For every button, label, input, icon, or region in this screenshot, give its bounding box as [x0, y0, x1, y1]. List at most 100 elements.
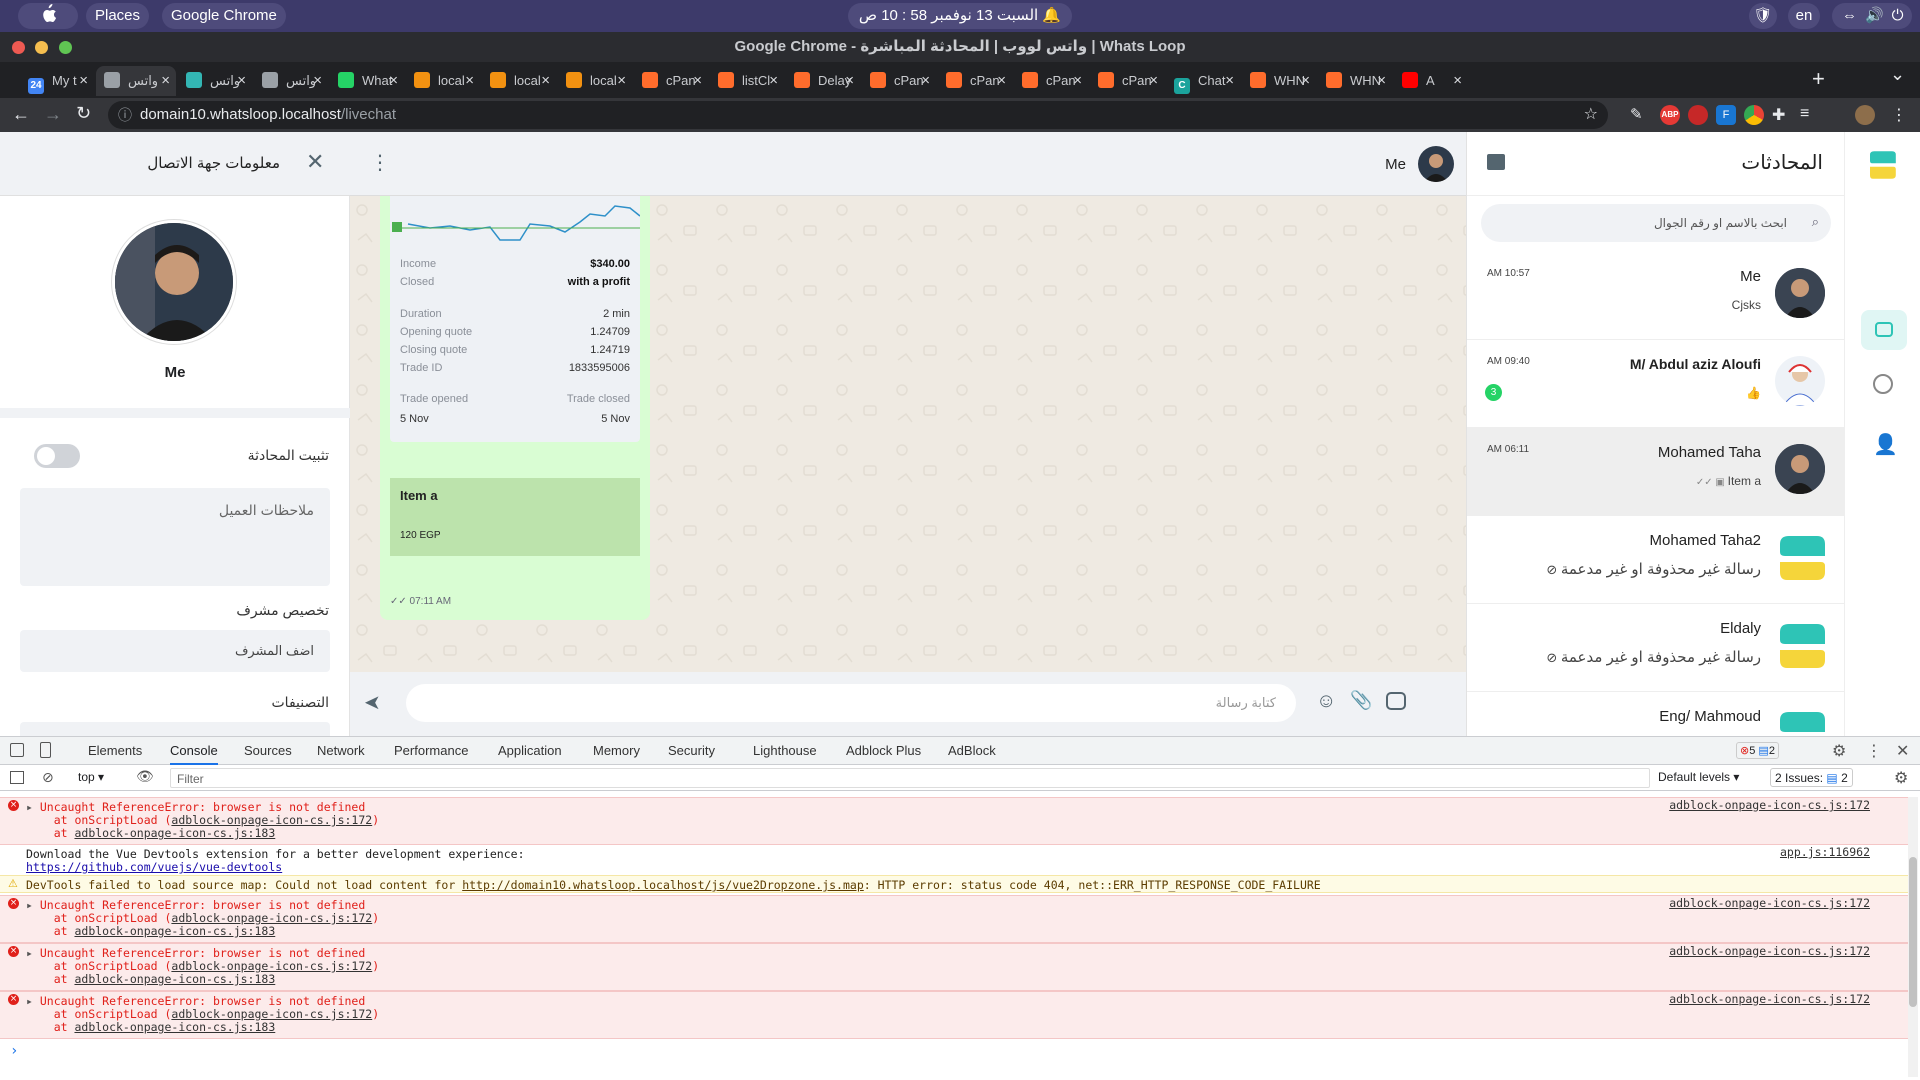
system-status-icons[interactable]: ⇔🔊⏻ — [1832, 3, 1912, 29]
tab-12[interactable]: cPan × — [938, 66, 1012, 96]
tab-18[interactable]: A × — [1394, 66, 1468, 96]
f-extension-icon[interactable]: F — [1716, 105, 1736, 125]
new-tab-icon[interactable]: + — [1812, 66, 1825, 92]
tab-6[interactable]: local × — [482, 66, 556, 96]
assign-supervisor-field[interactable]: اضف المشرف — [20, 630, 330, 672]
puzzle-extensions-icon[interactable]: ✚ — [1772, 105, 1792, 125]
close-icon[interactable]: ✕ — [306, 151, 324, 173]
chat-contact-avatar[interactable] — [1418, 146, 1454, 182]
conversation-item[interactable]: Mohamed Taha2 رسالة غير محذوفة او غير مدع… — [1467, 516, 1845, 604]
tab-close-icon[interactable]: × — [1225, 66, 1234, 96]
categories-field[interactable] — [20, 722, 330, 736]
reading-list-icon[interactable]: ≡ — [1800, 105, 1820, 125]
devtools-tab-application[interactable]: Application — [498, 737, 562, 765]
tab-10[interactable]: Delay × — [786, 66, 860, 96]
devtools-tab-adblock[interactable]: AdBlock — [948, 737, 996, 765]
source-link[interactable]: adblock-onpage-icon-cs.js:172 — [1669, 897, 1870, 910]
tab-close-icon[interactable]: × — [693, 66, 702, 96]
product-item-card[interactable]: Item a 120 EGP — [390, 478, 640, 556]
search-input[interactable]: ⌕ ابحث بالاسم او رقم الجوال — [1481, 204, 1831, 242]
devtools-tab-elements[interactable]: Elements — [88, 737, 142, 765]
tab-close-icon[interactable]: × — [541, 66, 550, 96]
tab-close-icon[interactable]: × — [921, 66, 930, 96]
attach-icon[interactable]: 📎 — [1350, 690, 1372, 711]
devtools-more-icon[interactable]: ⋮ — [1866, 741, 1882, 761]
devtools-tab-security[interactable]: Security — [668, 737, 715, 765]
close-window-button[interactable] — [12, 41, 25, 54]
tab-close-icon[interactable]: × — [1377, 66, 1386, 96]
sidebar-toggle-icon[interactable] — [10, 771, 24, 784]
conversation-item[interactable]: Eldaly رسالة غير محذوفة او غير مدعمة ⊘ — [1467, 604, 1845, 692]
devtools-tab-adblock-plus[interactable]: Adblock Plus — [846, 737, 921, 765]
user-settings-icon[interactable]: 👤 — [1873, 432, 1898, 457]
levels-select[interactable]: Default levels ▾ — [1658, 770, 1739, 784]
language-indicator[interactable]: en — [1788, 3, 1820, 29]
tab-close-icon[interactable]: × — [79, 66, 88, 96]
tab-0[interactable]: 24 My t × — [20, 66, 94, 96]
adblock-extension-icon[interactable] — [1688, 105, 1708, 125]
send-icon[interactable]: ➤ — [364, 690, 381, 715]
tab-search-icon[interactable]: ⌄ — [1890, 64, 1905, 85]
conversation-item[interactable]: M/ Abdul aziz Aloufi 👍 AM 09:40 3 — [1467, 340, 1845, 428]
address-bar[interactable]: ⓘ domain10.whatsloop.localhost/livechat … — [108, 101, 1608, 129]
stack-link[interactable]: adblock-onpage-icon-cs.js:172 — [171, 1007, 372, 1021]
info-link[interactable]: https://github.com/vuejs/vue-devtools — [26, 860, 282, 874]
clear-console-icon[interactable]: ⊘ — [42, 769, 54, 786]
tab-3[interactable]: واتس × — [254, 66, 328, 96]
tab-close-icon[interactable]: × — [313, 66, 322, 96]
devtools-tab-lighthouse[interactable]: Lighthouse — [753, 737, 817, 765]
tab-16[interactable]: WHN × — [1242, 66, 1316, 96]
expand-arrow-icon[interactable]: ▸ — [26, 800, 40, 814]
tab-9[interactable]: listCl × — [710, 66, 784, 96]
console-settings-icon[interactable]: ⚙ — [1894, 768, 1908, 788]
tab-close-icon[interactable]: × — [1149, 66, 1158, 96]
source-link[interactable]: adblock-onpage-icon-cs.js:172 — [1669, 945, 1870, 958]
whatsloop-logo-icon[interactable] — [1867, 150, 1897, 180]
tab-close-icon[interactable]: × — [237, 66, 246, 96]
expand-arrow-icon[interactable]: ▸ — [26, 898, 40, 912]
info-icon[interactable]: ⓘ — [118, 101, 132, 129]
tab-8[interactable]: cPan × — [634, 66, 708, 96]
back-icon[interactable]: ← — [12, 104, 30, 125]
tab-close-icon[interactable]: × — [389, 66, 398, 96]
devtools-tab-network[interactable]: Network — [317, 737, 365, 765]
devtools-tab-console[interactable]: Console — [170, 737, 218, 765]
emoji-icon[interactable]: ☺ — [1316, 690, 1336, 713]
devtools-tab-memory[interactable]: Memory — [593, 737, 640, 765]
inspect-element-icon[interactable] — [10, 743, 24, 757]
tab-17[interactable]: WHN × — [1318, 66, 1392, 96]
device-toolbar-icon[interactable] — [40, 742, 51, 758]
tab-15[interactable]: C Chat × — [1166, 66, 1240, 96]
stack-link[interactable]: adblock-onpage-icon-cs.js:183 — [74, 972, 275, 986]
source-link[interactable]: adblock-onpage-icon-cs.js:172 — [1669, 993, 1870, 1006]
apple-menu-icon[interactable] — [18, 3, 78, 29]
source-link[interactable]: adblock-onpage-icon-cs.js:172 — [1669, 799, 1870, 812]
tab-close-icon[interactable]: × — [161, 66, 170, 96]
tab-2[interactable]: واتس × — [178, 66, 252, 96]
tab-close-icon[interactable]: × — [1073, 66, 1082, 96]
console-scrollbar[interactable] — [1908, 797, 1918, 1077]
expand-arrow-icon[interactable]: ▸ — [26, 946, 40, 960]
minimize-window-button[interactable] — [35, 41, 48, 54]
stack-link[interactable]: adblock-onpage-icon-cs.js:172 — [171, 959, 372, 973]
stack-link[interactable]: adblock-onpage-icon-cs.js:172 — [171, 813, 372, 827]
conversation-item[interactable]: Mohamed Taha Item a ▣ ✓✓ AM 06:11 — [1467, 428, 1845, 516]
tab-close-icon[interactable]: × — [845, 66, 854, 96]
reload-icon[interactable]: ↻ — [76, 103, 91, 124]
tab-13[interactable]: cPan × — [1014, 66, 1088, 96]
tab-close-icon[interactable]: × — [617, 66, 626, 96]
devtools-tab-performance[interactable]: Performance — [394, 737, 468, 765]
tab-close-icon[interactable]: × — [997, 66, 1006, 96]
chat-contact-name[interactable]: Me — [1385, 156, 1406, 173]
tab-11[interactable]: cPan × — [862, 66, 936, 96]
forward-icon[interactable]: → — [44, 104, 62, 125]
devtools-tab-sources[interactable]: Sources — [244, 737, 292, 765]
stack-link[interactable]: adblock-onpage-icon-cs.js:172 — [171, 911, 372, 925]
clock[interactable]: السبت 13 نوفمبر 58 : 10 ص 🔔 — [848, 3, 1072, 29]
tab-close-icon[interactable]: × — [1301, 66, 1310, 96]
tab-1[interactable]: واتس × — [96, 66, 176, 96]
profile-avatar[interactable] — [1855, 105, 1875, 125]
places-menu[interactable]: Places — [86, 3, 150, 29]
abp-extension-icon[interactable]: ABP — [1660, 105, 1680, 125]
notes-field[interactable]: ملاحظات العميل — [20, 488, 330, 586]
